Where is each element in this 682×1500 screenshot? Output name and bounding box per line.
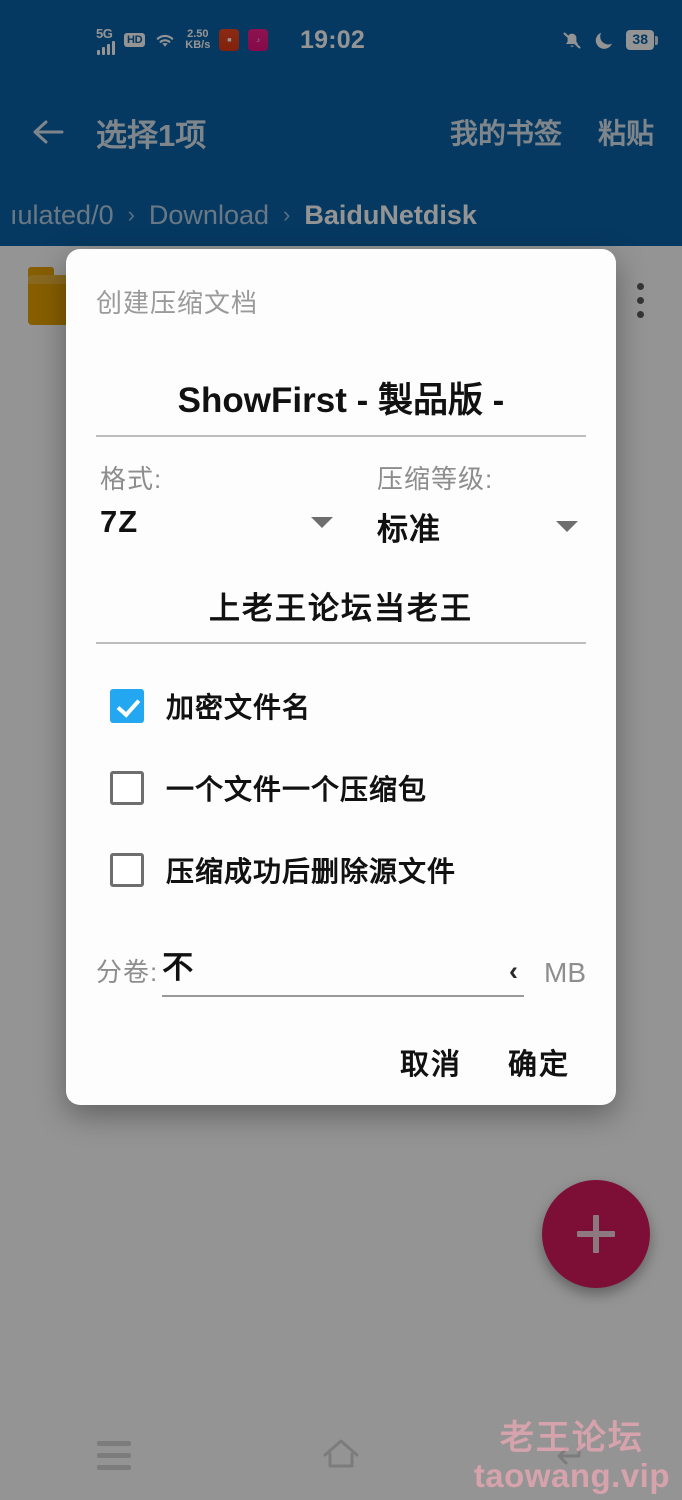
archive-name-underline [96,435,586,437]
confirm-button[interactable]: 确定 [508,1041,570,1083]
split-volume-input[interactable]: 不 ‹ [162,942,524,997]
dialog-actions: 取消 确定 [96,1041,586,1083]
compression-level-label: 压缩等级: [377,464,494,494]
level-column: 压缩等级: 标准 [341,459,586,549]
checkbox-one-archive-per-file[interactable] [110,771,144,805]
chevron-down-icon [311,516,333,528]
compression-level-value: 标准 [377,512,441,547]
checkbox-row-one-archive-per-file[interactable]: 一个文件一个压缩包 [96,768,586,808]
password-input[interactable]: 上老王论坛当老王 [96,583,586,642]
chevron-left-icon[interactable]: ‹ [509,956,524,987]
split-volume-unit: MB [544,957,586,988]
password-underline [96,642,586,644]
cancel-button[interactable]: 取消 [400,1041,462,1083]
split-volume-value: 不 [162,950,194,985]
checkbox-encrypt-names[interactable] [110,689,144,723]
split-volume-label: 分卷: [96,957,159,987]
format-value: 7Z [100,504,139,539]
format-level-row: 格式: 7Z 压缩等级: 标准 [96,459,586,549]
password-field-wrapper: 上老王论坛当老王 [96,583,586,644]
checkbox-label-one-archive-per-file: 一个文件一个压缩包 [166,774,428,805]
checkbox-label-delete-after: 压缩成功后删除源文件 [166,856,457,887]
chevron-down-icon [556,521,578,532]
format-dropdown[interactable]: 7Z [100,504,341,540]
checkbox-row-encrypt-names[interactable]: 加密文件名 [96,686,586,726]
dialog-title: 创建压缩文档 [96,288,259,318]
checkbox-delete-after[interactable] [110,853,144,887]
format-column: 格式: 7Z [96,459,341,549]
create-archive-dialog: 创建压缩文档 ShowFirst - 製品版 - 格式: 7Z 压缩等级: 标准… [66,249,616,1105]
compression-level-dropdown[interactable]: 标准 [377,504,586,549]
checkbox-label-encrypt-names: 加密文件名 [166,692,312,723]
archive-name-input[interactable]: ShowFirst - 製品版 - [96,372,586,435]
split-volume-row: 分卷: 不 ‹ MB [96,942,586,997]
checkbox-row-delete-after[interactable]: 压缩成功后删除源文件 [96,850,586,890]
format-label: 格式: [100,464,163,494]
